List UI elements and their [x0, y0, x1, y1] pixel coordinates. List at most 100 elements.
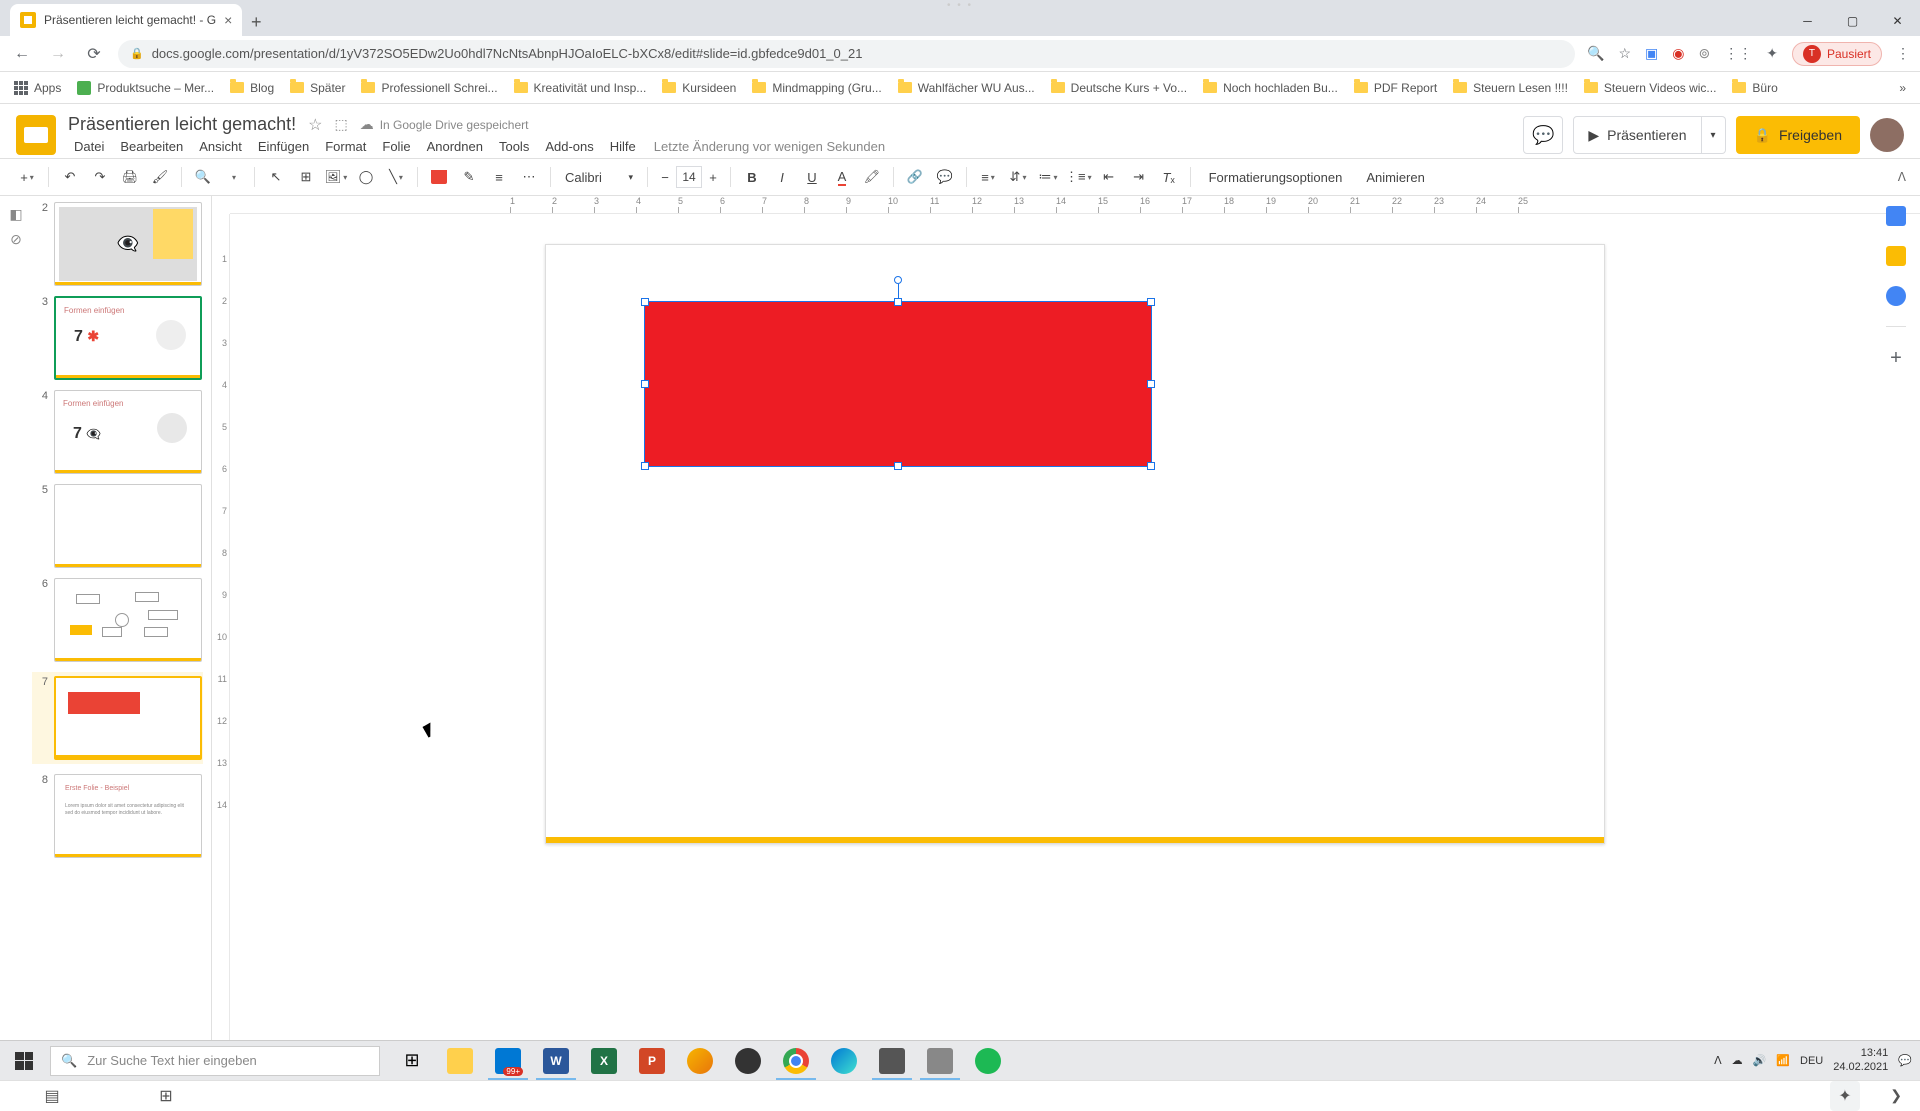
- menu-edit[interactable]: Bearbeiten: [114, 137, 189, 156]
- resize-handle-tr[interactable]: [1147, 298, 1155, 306]
- menu-file[interactable]: Datei: [68, 137, 110, 156]
- font-size-increase[interactable]: +: [704, 166, 722, 188]
- menu-insert[interactable]: Einfügen: [252, 137, 315, 156]
- underline-button[interactable]: U: [799, 164, 825, 190]
- selected-rectangle-shape[interactable]: [644, 301, 1152, 467]
- bookmark-item[interactable]: Wahlfächer WU Aus...: [898, 81, 1035, 95]
- zoom-icon[interactable]: 🔍: [1587, 45, 1604, 62]
- translate-icon[interactable]: ▣: [1645, 45, 1658, 62]
- document-title[interactable]: Präsentieren leicht gemacht!: [68, 114, 296, 135]
- bookmark-item[interactable]: Blog: [230, 81, 274, 95]
- gutter-icon[interactable]: ◧: [9, 206, 22, 223]
- menu-slide[interactable]: Folie: [376, 137, 416, 156]
- fill-color-button[interactable]: [426, 164, 452, 190]
- wifi-icon[interactable]: 📶: [1776, 1054, 1790, 1067]
- collapse-toolbar-button[interactable]: ᐱ: [1898, 170, 1906, 184]
- window-close-button[interactable]: ✕: [1875, 6, 1920, 36]
- menu-view[interactable]: Ansicht: [193, 137, 248, 156]
- undo-button[interactable]: ↶: [57, 164, 83, 190]
- image-tool[interactable]: 🖼: [323, 164, 349, 190]
- animate-button[interactable]: Animieren: [1356, 170, 1435, 185]
- slide-thumbnail-current[interactable]: 7: [32, 672, 203, 764]
- indent-decrease-button[interactable]: ⇤: [1096, 164, 1122, 190]
- taskbar-app-icon[interactable]: [676, 1041, 724, 1080]
- slide-thumbnail[interactable]: 2 👁‍🗨: [36, 202, 203, 286]
- extensions-puzzle-icon[interactable]: ✦: [1766, 45, 1778, 62]
- extension-icon-3[interactable]: ⋮⋮: [1724, 45, 1752, 62]
- file-explorer-icon[interactable]: [436, 1041, 484, 1080]
- save-status[interactable]: ☁ In Google Drive gespeichert: [360, 116, 529, 133]
- border-color-button[interactable]: ✎: [456, 164, 482, 190]
- extension-icon-2[interactable]: ⊚: [1699, 45, 1711, 62]
- onedrive-icon[interactable]: ☁: [1732, 1054, 1743, 1067]
- calendar-icon[interactable]: [1886, 206, 1906, 226]
- slide-thumbnail[interactable]: 6: [36, 578, 203, 662]
- tasks-icon[interactable]: [1886, 286, 1906, 306]
- chrome-icon[interactable]: [772, 1041, 820, 1080]
- present-dropdown-button[interactable]: ▾: [1702, 116, 1726, 154]
- numbered-list-button[interactable]: ≔: [1035, 164, 1061, 190]
- slide-canvas[interactable]: [545, 244, 1605, 844]
- add-sidebar-icon[interactable]: +: [1890, 347, 1902, 370]
- share-button[interactable]: 🔒 Freigeben: [1736, 116, 1860, 154]
- redo-button[interactable]: ↷: [87, 164, 113, 190]
- start-button[interactable]: [0, 1041, 48, 1080]
- notes-drag-handle[interactable]: • • •: [947, 0, 973, 11]
- format-options-button[interactable]: Formatierungsoptionen: [1199, 170, 1353, 185]
- comment-history-button[interactable]: 💬: [1523, 116, 1563, 154]
- menu-arrange[interactable]: Anordnen: [421, 137, 489, 156]
- link-button[interactable]: 🔗: [902, 164, 928, 190]
- bold-button[interactable]: B: [739, 164, 765, 190]
- font-size-decrease[interactable]: −: [656, 166, 674, 188]
- paint-format-button[interactable]: 🖌: [147, 164, 173, 190]
- border-weight-button[interactable]: ≡: [486, 164, 512, 190]
- zoom-dropdown[interactable]: [220, 164, 246, 190]
- taskbar-app-icon[interactable]: 99+: [484, 1041, 532, 1080]
- excel-icon[interactable]: X: [580, 1041, 628, 1080]
- side-panel-toggle[interactable]: ❯: [1890, 1087, 1902, 1104]
- indent-increase-button[interactable]: ⇥: [1126, 164, 1152, 190]
- taskbar-search[interactable]: 🔍 Zur Suche Text hier eingeben: [50, 1046, 380, 1076]
- tray-chevron-icon[interactable]: ᐱ: [1714, 1054, 1722, 1067]
- text-color-button[interactable]: A: [829, 164, 855, 190]
- align-button[interactable]: ≡: [975, 164, 1001, 190]
- bookmark-item[interactable]: Mindmapping (Gru...: [752, 81, 881, 95]
- highlight-button[interactable]: 🖍: [859, 164, 885, 190]
- comment-button[interactable]: 💬: [932, 164, 958, 190]
- spotify-icon[interactable]: [964, 1041, 1012, 1080]
- bookmark-item[interactable]: Büro: [1732, 81, 1777, 95]
- filmstrip-view-button[interactable]: ▤: [40, 1087, 64, 1105]
- slide-thumbnail[interactable]: 4 Formen einfügen 7 👁‍🗨: [36, 390, 203, 474]
- chrome-menu-icon[interactable]: ⋮: [1896, 45, 1910, 62]
- move-icon[interactable]: ⬚: [334, 116, 347, 133]
- bookmark-item[interactable]: Professionell Schrei...: [361, 81, 497, 95]
- bookmark-item[interactable]: Steuern Videos wic...: [1584, 81, 1717, 95]
- close-tab-icon[interactable]: ×: [224, 12, 232, 28]
- slide-thumbnail[interactable]: 5: [36, 484, 203, 568]
- resize-handle-mr[interactable]: [1147, 380, 1155, 388]
- gutter-icon-2[interactable]: ⊘: [10, 231, 22, 248]
- zoom-fit-button[interactable]: 🔍: [190, 164, 216, 190]
- line-tool[interactable]: ╲: [383, 164, 409, 190]
- menu-format[interactable]: Format: [319, 137, 372, 156]
- bookmark-item[interactable]: Kreativität und Insp...: [514, 81, 647, 95]
- textbox-tool[interactable]: ⊞: [293, 164, 319, 190]
- bookmark-item[interactable]: Steuern Lesen !!!!: [1453, 81, 1568, 95]
- window-minimize-button[interactable]: ─: [1785, 6, 1830, 36]
- apps-button[interactable]: Apps: [14, 81, 61, 95]
- clock[interactable]: 13:41 24.02.2021: [1833, 1047, 1888, 1073]
- line-spacing-button[interactable]: ⇵: [1005, 164, 1031, 190]
- italic-button[interactable]: I: [769, 164, 795, 190]
- powerpoint-icon[interactable]: P: [628, 1041, 676, 1080]
- last-change-text[interactable]: Letzte Änderung vor wenigen Sekunden: [646, 137, 893, 156]
- bookmark-item[interactable]: PDF Report: [1354, 81, 1437, 95]
- font-size-input[interactable]: 14: [676, 166, 702, 188]
- explore-button[interactable]: ✦: [1830, 1081, 1860, 1111]
- task-view-button[interactable]: ⊞: [388, 1041, 436, 1080]
- back-button[interactable]: ←: [10, 45, 34, 63]
- print-button[interactable]: 🖨: [117, 164, 143, 190]
- star-icon[interactable]: ☆: [308, 115, 322, 135]
- keep-icon[interactable]: [1886, 246, 1906, 266]
- url-input[interactable]: 🔒 docs.google.com/presentation/d/1yV372S…: [118, 40, 1575, 68]
- volume-icon[interactable]: 🔊: [1753, 1054, 1767, 1067]
